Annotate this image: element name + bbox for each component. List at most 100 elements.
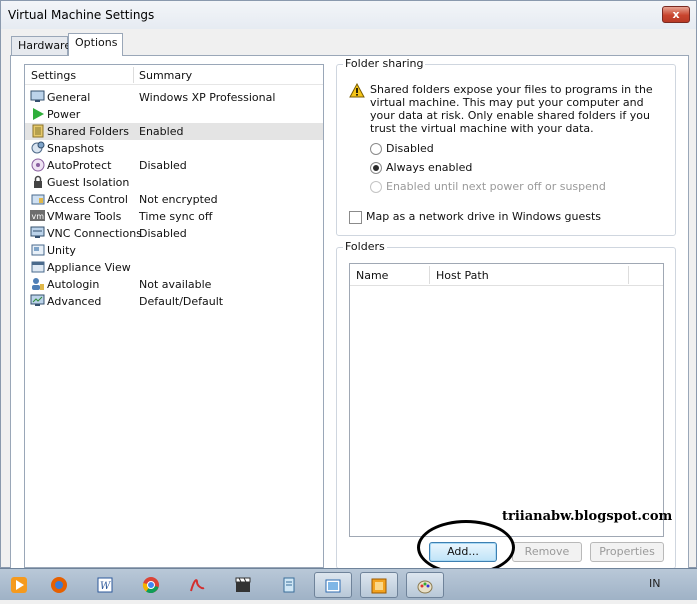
chrome-icon[interactable] [132, 572, 170, 598]
settings-item-shared-folders[interactable]: Shared Folders Enabled [25, 123, 323, 140]
column-divider [628, 266, 629, 284]
appliance-icon [30, 260, 45, 275]
close-button[interactable]: x [662, 6, 690, 23]
access-icon [30, 192, 45, 207]
settings-item-autologin[interactable]: Autologin Not available [25, 276, 323, 293]
unity-icon [30, 243, 45, 258]
radio-label: Disabled [386, 142, 434, 155]
snapshot-icon [30, 141, 45, 156]
folder-sharing-title: Folder sharing [343, 57, 426, 70]
tab-hardware[interactable]: Hardware [11, 36, 71, 55]
advanced-icon [30, 294, 45, 309]
settings-item-summary: Not available [139, 278, 212, 291]
settings-item-label: AutoProtect [47, 159, 112, 172]
settings-item-snapshots[interactable]: Snapshots [25, 140, 323, 157]
folders-title: Folders [343, 240, 387, 253]
radio-label: Enabled until next power off or suspend [386, 180, 606, 193]
notepad-icon[interactable] [270, 572, 308, 598]
radio-button[interactable] [370, 143, 382, 155]
settings-item-summary: Not encrypted [139, 193, 218, 206]
column-header-host-path[interactable]: Host Path [436, 269, 489, 282]
screenshot-icon[interactable] [314, 572, 352, 598]
autoprotect-icon [30, 158, 45, 173]
settings-item-autoprotect[interactable]: AutoProtect Disabled [25, 157, 323, 174]
lock-icon [30, 175, 45, 190]
settings-item-label: Shared Folders [47, 125, 129, 138]
user-icon [30, 277, 45, 292]
settings-item-access-control[interactable]: Access Control Not encrypted [25, 191, 323, 208]
radio-button [370, 181, 382, 193]
settings-item-label: Appliance View [47, 261, 131, 274]
radio-button[interactable] [370, 162, 382, 174]
radio-disabled[interactable]: Disabled [370, 141, 434, 157]
radio-enabled-until-power-off: Enabled until next power off or suspend [370, 179, 606, 195]
blog-watermark: triianabw.blogspot.com [502, 509, 673, 524]
radio-always-enabled[interactable]: Always enabled [370, 160, 472, 176]
settings-item-label: General [47, 91, 91, 104]
add-button[interactable]: Add... [429, 542, 497, 562]
paint-icon[interactable] [406, 572, 444, 598]
settings-item-label: Autologin [47, 278, 100, 291]
svg-text:W: W [100, 581, 111, 592]
settings-item-summary: Time sync off [139, 210, 213, 223]
settings-item-label: Power [47, 108, 81, 121]
acrobat-icon[interactable] [178, 572, 216, 598]
folders-table-header: Name Host Path [350, 264, 663, 286]
word-icon[interactable]: W [86, 572, 124, 598]
folders-table[interactable]: Name Host Path [349, 263, 664, 537]
settings-item-summary: Disabled [139, 159, 187, 172]
settings-item-summary: Windows XP Professional [139, 91, 276, 104]
settings-item-vnc-connections[interactable]: VNC Connections Disabled [25, 225, 323, 242]
settings-item-unity[interactable]: Unity [25, 242, 323, 259]
vm-settings-window: Virtual Machine Settings x Hardware Opti… [0, 0, 697, 569]
settings-item-appliance-view[interactable]: Appliance View [25, 259, 323, 276]
options-panel: Settings Summary General Windows XP Prof… [10, 55, 689, 569]
checkbox-label: Map as a network drive in Windows guests [366, 210, 602, 223]
settings-item-power[interactable]: Power [25, 106, 323, 123]
radio-label: Always enabled [386, 161, 473, 174]
media-player-icon[interactable] [0, 572, 38, 598]
settings-item-label: VNC Connections [47, 227, 142, 240]
warning-icon [349, 82, 365, 99]
window-title: Virtual Machine Settings [8, 8, 155, 22]
settings-item-summary: Disabled [139, 227, 187, 240]
folder-sharing-group: Folder sharing Shared folders expose you… [336, 57, 676, 236]
warning-text: Shared folders expose your files to prog… [370, 83, 653, 135]
folder-icon [30, 124, 45, 139]
settings-item-summary: Enabled [139, 125, 184, 138]
column-header-summary[interactable]: Summary [139, 69, 192, 82]
settings-item-label: Advanced [47, 295, 102, 308]
settings-item-label: Unity [47, 244, 76, 257]
settings-item-label: Access Control [47, 193, 128, 206]
svg-text:vm: vm [32, 212, 45, 221]
vmware-icon[interactable] [360, 572, 398, 598]
language-indicator[interactable]: IN [649, 577, 660, 590]
settings-item-guest-isolation[interactable]: Guest Isolation [25, 174, 323, 191]
title-bar[interactable]: Virtual Machine Settings x [1, 1, 696, 29]
settings-list-header: Settings Summary [25, 65, 323, 85]
column-header-settings[interactable]: Settings [31, 69, 76, 82]
firefox-icon[interactable] [40, 572, 78, 598]
monitor-icon [30, 90, 45, 105]
vnc-icon [30, 226, 45, 241]
remove-button: Remove [512, 542, 582, 562]
settings-list[interactable]: Settings Summary General Windows XP Prof… [24, 64, 324, 568]
map-network-drive-checkbox[interactable]: Map as a network drive in Windows guests [349, 209, 601, 225]
clapper-icon[interactable] [224, 572, 262, 598]
column-header-name[interactable]: Name [356, 269, 388, 282]
taskbar: W IN [0, 568, 697, 600]
settings-item-advanced[interactable]: Advanced Default/Default [25, 293, 323, 310]
settings-item-summary: Default/Default [139, 295, 224, 308]
settings-item-label: Guest Isolation [47, 176, 130, 189]
settings-item-general[interactable]: General Windows XP Professional [25, 89, 323, 106]
column-divider [133, 67, 134, 83]
vm-icon: vm [30, 209, 45, 224]
properties-button: Properties [590, 542, 664, 562]
settings-item-label: Snapshots [47, 142, 105, 155]
settings-item-label: VMware Tools [47, 210, 122, 223]
tab-options[interactable]: Options [68, 33, 123, 56]
settings-item-vmware-tools[interactable]: vm VMware Tools Time sync off [25, 208, 323, 225]
column-divider [429, 266, 430, 284]
play-icon [30, 107, 45, 122]
checkbox[interactable] [349, 210, 362, 224]
